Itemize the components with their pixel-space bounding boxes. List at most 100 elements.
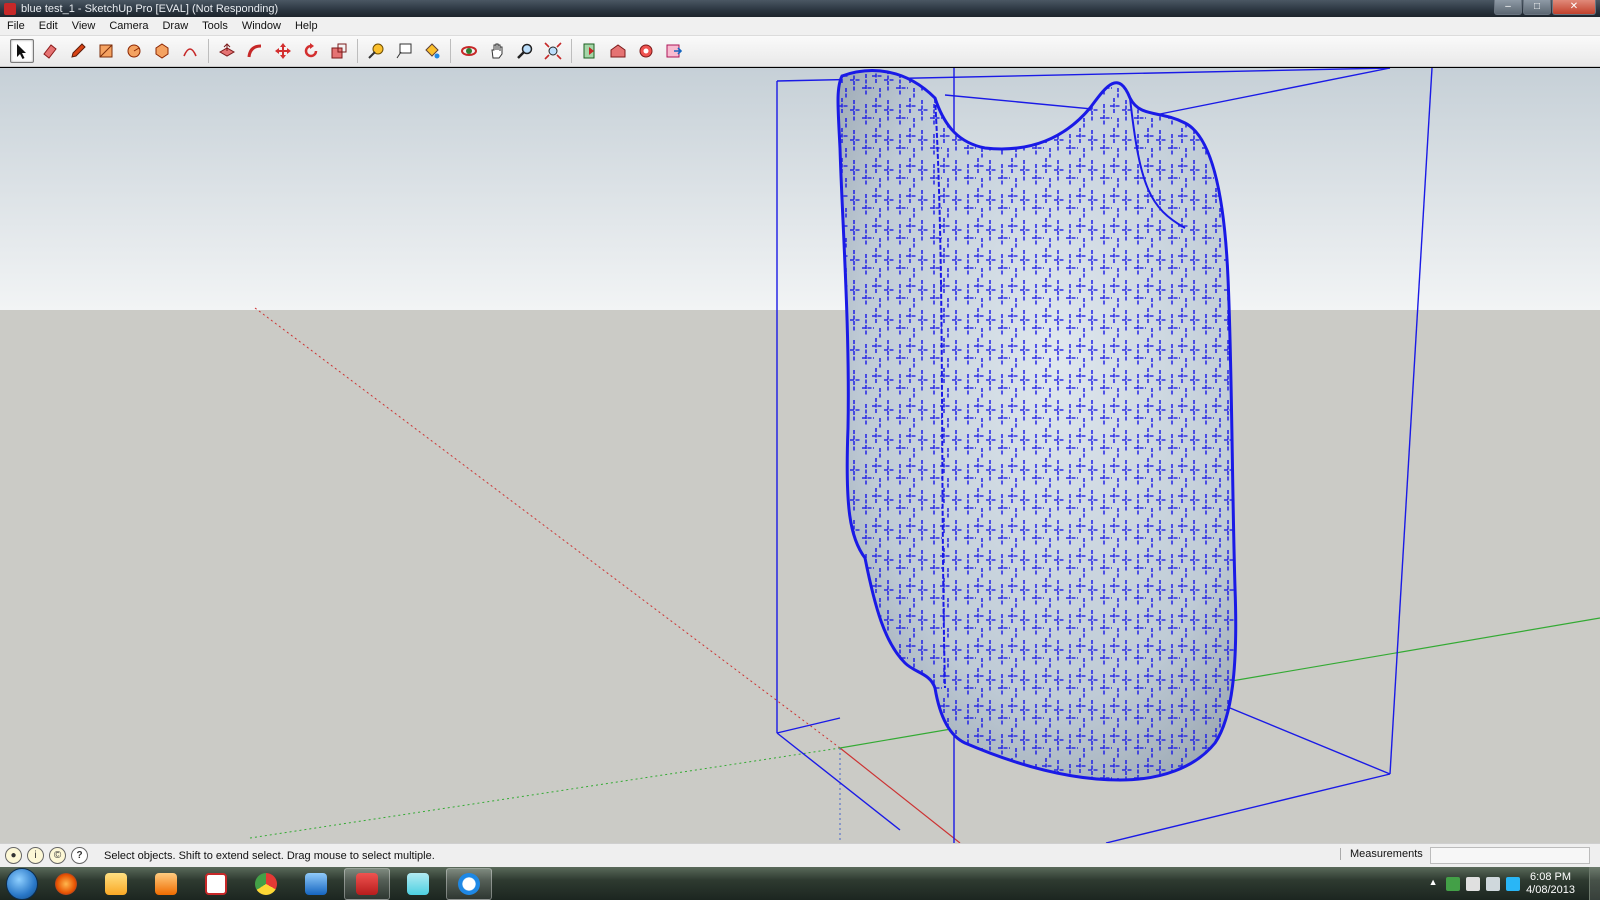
tape-measure-icon bbox=[368, 43, 384, 59]
polygon-tool-button[interactable] bbox=[150, 39, 174, 63]
menu-window[interactable]: Window bbox=[235, 20, 288, 32]
maximize-button[interactable]: □ bbox=[1523, 0, 1551, 15]
sketchup-icon bbox=[356, 872, 378, 895]
menu-camera[interactable]: Camera bbox=[102, 20, 155, 32]
windows-taskbar: ▲ 6:08 PM 4/08/2013 bbox=[0, 867, 1600, 900]
drawing-viewport[interactable] bbox=[0, 68, 1600, 843]
text-tool-button[interactable] bbox=[392, 39, 416, 63]
send-to-layout-tool-button[interactable] bbox=[662, 39, 686, 63]
system-tray: ▲ 6:08 PM 4/08/2013 bbox=[1420, 867, 1600, 900]
menu-help[interactable]: Help bbox=[288, 20, 325, 32]
window-title: blue test_1 - SketchUp Pro [EVAL] (Not R… bbox=[21, 2, 279, 15]
menu-draw[interactable]: Draw bbox=[155, 20, 195, 32]
taskbar-sketchup[interactable] bbox=[344, 867, 390, 900]
taskbar-notes[interactable] bbox=[396, 869, 440, 899]
taskbar-clock[interactable]: 6:08 PM 4/08/2013 bbox=[1526, 871, 1575, 897]
arrow-cursor-icon bbox=[17, 44, 26, 59]
eraser-icon bbox=[43, 44, 57, 59]
arc-tool-button[interactable] bbox=[178, 39, 202, 63]
toolbar-separator bbox=[208, 39, 209, 63]
rectangle-icon bbox=[99, 44, 113, 58]
pan-hand-icon bbox=[491, 43, 503, 59]
follow-me-tool-button[interactable] bbox=[243, 39, 267, 63]
status-bar: ● i © ? Select objects. Shift to extend … bbox=[0, 843, 1600, 867]
push-pull-tool-button[interactable] bbox=[215, 39, 239, 63]
taskbar-acrobat[interactable] bbox=[194, 869, 238, 899]
warehouse-icon bbox=[610, 44, 626, 58]
ground-plane bbox=[0, 310, 1600, 843]
show-desktop-button[interactable] bbox=[1589, 867, 1600, 900]
dropbox-icon[interactable] bbox=[1506, 876, 1521, 891]
menu-tools[interactable]: Tools bbox=[195, 20, 235, 32]
window-controls: – □ ✕ bbox=[1494, 0, 1596, 15]
minimize-button[interactable]: – bbox=[1494, 0, 1522, 15]
eraser-tool-button[interactable] bbox=[38, 39, 62, 63]
taskbar-downloader[interactable] bbox=[294, 869, 338, 899]
pencil-icon bbox=[71, 43, 86, 58]
push-pull-icon bbox=[218, 43, 236, 57]
main-toolbar bbox=[0, 36, 1600, 67]
paint-bucket-tool-button[interactable] bbox=[420, 39, 444, 63]
firefox-icon bbox=[55, 872, 77, 895]
zoom-extents-tool-button[interactable] bbox=[541, 39, 565, 63]
measurements-label: Measurements bbox=[1340, 848, 1423, 860]
acrobat-icon bbox=[205, 872, 227, 895]
zoom-icon bbox=[517, 43, 533, 59]
zoom-extents-icon bbox=[544, 42, 562, 60]
measurements-input[interactable] bbox=[1430, 847, 1590, 864]
menu-view[interactable]: View bbox=[65, 20, 103, 32]
section-plane-tool-button[interactable] bbox=[578, 39, 602, 63]
geo-location-icon[interactable]: ● bbox=[5, 847, 22, 864]
notes-icon bbox=[407, 872, 429, 895]
network-icon[interactable] bbox=[1466, 876, 1481, 891]
select-tool-button[interactable] bbox=[10, 39, 34, 63]
rotate-tool-button[interactable] bbox=[299, 39, 323, 63]
pencil-tool-button[interactable] bbox=[66, 39, 90, 63]
menu-file[interactable]: File bbox=[0, 20, 32, 32]
taskbar-media-player[interactable] bbox=[144, 869, 188, 899]
sky-background bbox=[0, 68, 1600, 310]
section-plane-icon bbox=[583, 43, 595, 59]
zoom-tool-button[interactable] bbox=[513, 39, 537, 63]
polygon-icon bbox=[155, 43, 169, 59]
sync-icon[interactable] bbox=[1446, 876, 1461, 891]
copyright-icon[interactable]: © bbox=[49, 847, 66, 864]
move-tool-button[interactable] bbox=[271, 39, 295, 63]
scale-tool-button[interactable] bbox=[327, 39, 351, 63]
orbit-tool-button[interactable] bbox=[457, 39, 481, 63]
taskbar-clock-app[interactable] bbox=[446, 867, 492, 900]
menu-edit[interactable]: Edit bbox=[32, 20, 65, 32]
clock-time: 6:08 PM bbox=[1530, 870, 1572, 883]
send-to-layout-icon bbox=[666, 44, 683, 58]
extension-warehouse-icon bbox=[639, 44, 653, 58]
taskbar-explorer[interactable] bbox=[94, 869, 138, 899]
credits-icon[interactable]: i bbox=[27, 847, 44, 864]
taskbar-chrome[interactable] bbox=[244, 869, 288, 899]
toolbar-separator bbox=[571, 39, 572, 63]
circle-tool-button[interactable] bbox=[122, 39, 146, 63]
follow-me-icon bbox=[247, 44, 262, 58]
help-icon[interactable]: ? bbox=[71, 847, 88, 864]
taskbar-firefox[interactable] bbox=[44, 869, 88, 899]
volume-icon[interactable] bbox=[1486, 876, 1501, 891]
rectangle-tool-button[interactable] bbox=[94, 39, 118, 63]
orbit-icon bbox=[461, 46, 477, 56]
pan-tool-button[interactable] bbox=[485, 39, 509, 63]
folder-icon bbox=[105, 872, 127, 895]
close-button[interactable]: ✕ bbox=[1552, 0, 1596, 15]
download-icon bbox=[305, 872, 327, 895]
tape-measure-tool-button[interactable] bbox=[364, 39, 388, 63]
title-bar: blue test_1 - SketchUp Pro [EVAL] (Not R… bbox=[0, 0, 1600, 17]
paint-bucket-icon bbox=[425, 43, 440, 59]
menu-bar: File Edit View Camera Draw Tools Window … bbox=[0, 17, 1600, 36]
start-button[interactable] bbox=[6, 867, 38, 900]
warehouse-tool-button[interactable] bbox=[606, 39, 630, 63]
show-hidden-icons-icon[interactable]: ▲ bbox=[1426, 877, 1440, 891]
clock-icon bbox=[458, 872, 480, 895]
extension-warehouse-tool-button[interactable] bbox=[634, 39, 658, 63]
sketchup-app-icon bbox=[4, 2, 16, 15]
status-hint: Select objects. Shift to extend select. … bbox=[104, 849, 435, 862]
text-icon bbox=[396, 43, 412, 59]
toolbar-separator bbox=[357, 39, 358, 63]
toolbar-separator bbox=[450, 39, 451, 63]
